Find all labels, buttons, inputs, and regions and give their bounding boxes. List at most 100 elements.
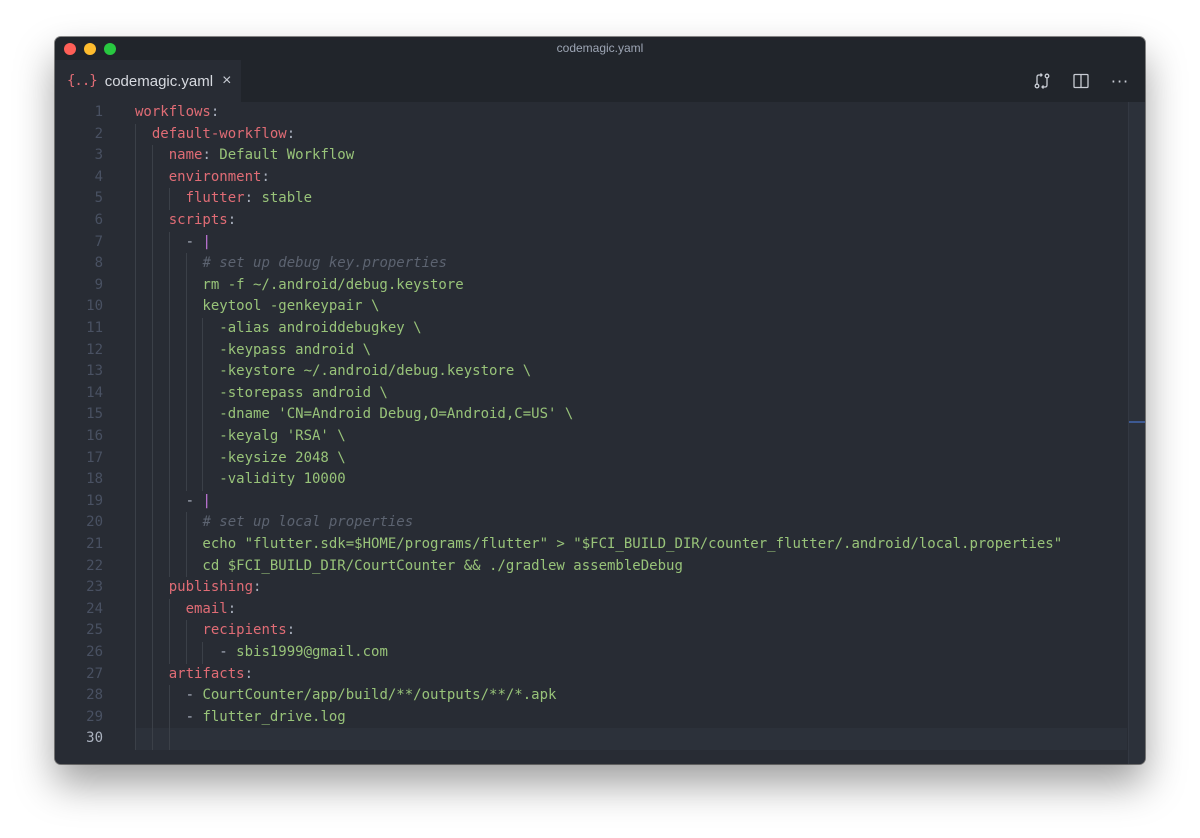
code-token: scripts bbox=[168, 212, 228, 228]
code-token: -storepass android \ bbox=[135, 384, 388, 401]
code-token: : bbox=[286, 622, 296, 639]
code-token: : bbox=[253, 579, 262, 596]
code-token: workflows bbox=[135, 104, 211, 120]
editor-window: codemagic.yaml {..} codemagic.yaml × ···… bbox=[55, 37, 1145, 764]
line-number: 20 bbox=[86, 514, 103, 531]
code-token: flutter bbox=[185, 190, 245, 207]
code-token: rm -f ~/.android/debug.keystore bbox=[135, 276, 464, 293]
code-text: - | bbox=[135, 491, 211, 513]
code-text: - | bbox=[135, 232, 211, 254]
code-token: -keystore ~/.android/debug.keystore \ bbox=[135, 363, 532, 380]
code-token: default-workflow bbox=[151, 125, 287, 142]
line-number: 26 bbox=[86, 644, 103, 660]
line-number: 4 bbox=[94, 168, 103, 185]
line-number: 1 bbox=[94, 104, 103, 120]
code-text: default-workflow: bbox=[135, 124, 295, 146]
code-text: scripts: bbox=[135, 210, 236, 232]
code-token: : bbox=[227, 600, 237, 617]
code-text: -storepass android \ bbox=[135, 383, 388, 405]
indent-guide bbox=[202, 642, 204, 664]
indent-guide bbox=[202, 318, 204, 491]
code-token: : bbox=[210, 104, 220, 120]
code-text: name: Default Workflow bbox=[135, 145, 354, 167]
indent-guide bbox=[151, 145, 153, 750]
line-number: 27 bbox=[86, 665, 103, 682]
code-line[interactable] bbox=[55, 491, 1127, 513]
code-token: - bbox=[185, 708, 203, 725]
code-token: email bbox=[185, 600, 228, 617]
tab-codemagic-yaml[interactable]: {..} codemagic.yaml × bbox=[55, 60, 241, 102]
line-number: 29 bbox=[86, 708, 103, 725]
line-number: 10 bbox=[86, 298, 103, 315]
code-text: # set up debug key.properties bbox=[135, 253, 447, 275]
line-number: 25 bbox=[86, 622, 103, 639]
code-token: publishing bbox=[168, 579, 254, 596]
scroll-position-marker bbox=[1129, 421, 1145, 423]
code-text: environment: bbox=[135, 167, 270, 189]
code-text: echo "flutter.sdk=$HOME/programs/flutter… bbox=[135, 534, 1062, 556]
code-token: : bbox=[286, 125, 296, 142]
split-editor-icon[interactable] bbox=[1070, 70, 1092, 92]
code-line[interactable] bbox=[55, 232, 1127, 254]
line-number: 23 bbox=[86, 579, 103, 596]
code-token: | bbox=[202, 233, 211, 250]
code-text: rm -f ~/.android/debug.keystore bbox=[135, 275, 464, 297]
line-number: 21 bbox=[86, 536, 103, 552]
code-token: Default Workflow bbox=[219, 147, 355, 164]
code-token: keytool -genkeypair \ bbox=[135, 298, 380, 315]
line-number: 16 bbox=[86, 428, 103, 444]
line-number: 28 bbox=[86, 687, 103, 704]
code-line[interactable] bbox=[135, 728, 1127, 750]
code-text: # set up local properties bbox=[135, 512, 413, 534]
close-tab-icon[interactable]: × bbox=[222, 72, 231, 90]
line-number: 5 bbox=[94, 190, 103, 207]
line-number: 18 bbox=[86, 471, 103, 488]
line-number: 17 bbox=[86, 449, 103, 466]
line-number: 13 bbox=[86, 363, 103, 380]
indent-guide bbox=[135, 123, 136, 750]
line-number: 7 bbox=[94, 233, 103, 250]
vertical-scrollbar[interactable] bbox=[1128, 102, 1145, 764]
code-text: -keysize 2048 \ bbox=[135, 448, 345, 470]
code-token: : bbox=[261, 168, 270, 185]
code-token: # set up debug key.properties bbox=[202, 255, 447, 272]
title-bar: codemagic.yaml bbox=[55, 37, 1145, 60]
indent-guide bbox=[168, 598, 170, 664]
more-actions-icon[interactable]: ··· bbox=[1109, 70, 1131, 92]
code-editor[interactable]: 1 workflows: 2 default-workflow: 3 name: De… bbox=[55, 102, 1145, 764]
code-text: workflows: bbox=[135, 102, 219, 124]
code-token: -validity 10000 bbox=[135, 471, 346, 488]
code-text: flutter: stable bbox=[135, 188, 312, 210]
editor-actions: ··· bbox=[1014, 60, 1131, 102]
code-token: - bbox=[185, 687, 203, 704]
line-number: 11 bbox=[86, 320, 103, 336]
code-text: -validity 10000 bbox=[135, 469, 346, 491]
code-text: - sbis1999@gmail.com bbox=[135, 642, 388, 664]
code-text: cd $FCI_BUILD_DIR/CourtCounter && ./grad… bbox=[135, 556, 682, 578]
indent-guide bbox=[185, 512, 187, 578]
code-text: email: bbox=[135, 599, 237, 621]
code-text: -keyalg 'RSA' \ bbox=[135, 426, 345, 448]
more-actions-label: ··· bbox=[1110, 71, 1130, 91]
line-number: 3 bbox=[94, 147, 103, 164]
line-number: 30 bbox=[86, 730, 103, 747]
code-token: # set up local properties bbox=[202, 514, 414, 531]
code-token: - bbox=[219, 644, 237, 660]
line-number: 9 bbox=[94, 276, 103, 293]
code-token: sbis1999@gmail.com bbox=[236, 644, 388, 660]
line-number: 24 bbox=[86, 600, 103, 617]
line-number: 14 bbox=[86, 384, 103, 401]
code-token: CourtCounter/app/build/**/outputs/**/*.a… bbox=[202, 687, 557, 704]
compare-changes-icon[interactable] bbox=[1031, 70, 1053, 92]
code-token: recipients bbox=[202, 622, 287, 639]
line-number: 22 bbox=[86, 557, 103, 574]
code-text: - CourtCounter/app/build/**/outputs/**/*… bbox=[135, 685, 557, 707]
code-token: : bbox=[244, 665, 254, 682]
code-text: -alias androiddebugkey \ bbox=[135, 318, 421, 340]
indent-guide bbox=[168, 685, 170, 750]
